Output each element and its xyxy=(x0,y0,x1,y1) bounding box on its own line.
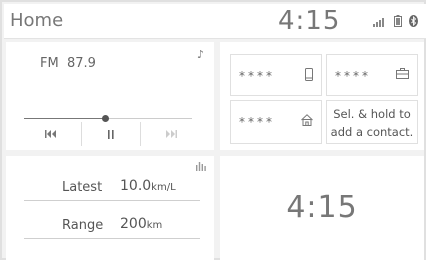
add-contact-hint-line2: add a contact. xyxy=(330,125,414,139)
pause-icon xyxy=(108,129,114,139)
range-number: 200 xyxy=(120,216,147,232)
contact-tile-home[interactable]: **** xyxy=(230,100,322,144)
home-icon xyxy=(301,114,313,126)
add-contact-hint-line1: Sel. & hold to xyxy=(333,107,411,121)
previous-button[interactable] xyxy=(22,122,82,146)
contact-name: **** xyxy=(335,69,371,83)
range-unit: km xyxy=(146,220,163,231)
add-contact-tile[interactable]: Sel. & hold to add a contact. xyxy=(326,100,418,144)
audio-progress-bar xyxy=(24,115,192,122)
clock-display: 4:15 xyxy=(286,190,358,225)
status-bar: Home 4:15 xyxy=(4,4,426,39)
contact-tile-mobile[interactable]: **** xyxy=(230,54,322,96)
signal-bars-icon xyxy=(373,18,384,27)
progress-fill xyxy=(24,118,105,119)
next-button[interactable] xyxy=(141,122,200,146)
bluetooth-icon xyxy=(409,15,418,27)
range-label: Range xyxy=(62,218,104,233)
range-value: 200km xyxy=(120,216,162,232)
briefcase-icon xyxy=(396,68,409,79)
mobile-phone-icon xyxy=(305,68,313,81)
page-title: Home xyxy=(10,10,64,31)
music-note-icon: ♪ xyxy=(196,48,204,61)
radio-frequency: 87.9 xyxy=(66,56,96,71)
trip-info-panel[interactable] xyxy=(6,156,214,260)
next-track-icon xyxy=(165,130,177,138)
trip-row-latest: Latest 10.0km/L xyxy=(24,178,200,201)
media-controls xyxy=(22,122,200,146)
radio-station: FM 87.9 xyxy=(40,56,96,71)
latest-value: 10.0km/L xyxy=(120,178,176,194)
pause-button[interactable] xyxy=(82,122,142,146)
latest-label: Latest xyxy=(62,180,103,195)
status-icons xyxy=(373,15,418,27)
status-clock: 4:15 xyxy=(278,6,341,36)
contact-tile-work[interactable]: **** xyxy=(326,54,418,96)
trip-row-range: Range 200km xyxy=(24,216,200,239)
progress-knob xyxy=(101,115,109,122)
contact-name: **** xyxy=(239,69,275,83)
home-screen: Home 4:15 FM 87.9 ♪ **** **** **** Sel. … xyxy=(0,0,426,260)
latest-unit: km/L xyxy=(151,182,176,193)
battery-icon xyxy=(394,15,402,27)
contact-name: **** xyxy=(239,115,275,129)
previous-track-icon xyxy=(45,130,57,138)
latest-number: 10.0 xyxy=(120,178,152,194)
radio-band: FM xyxy=(40,56,59,71)
bar-chart-icon xyxy=(196,162,206,171)
add-contact-hint: Sel. & hold to add a contact. xyxy=(327,105,417,141)
